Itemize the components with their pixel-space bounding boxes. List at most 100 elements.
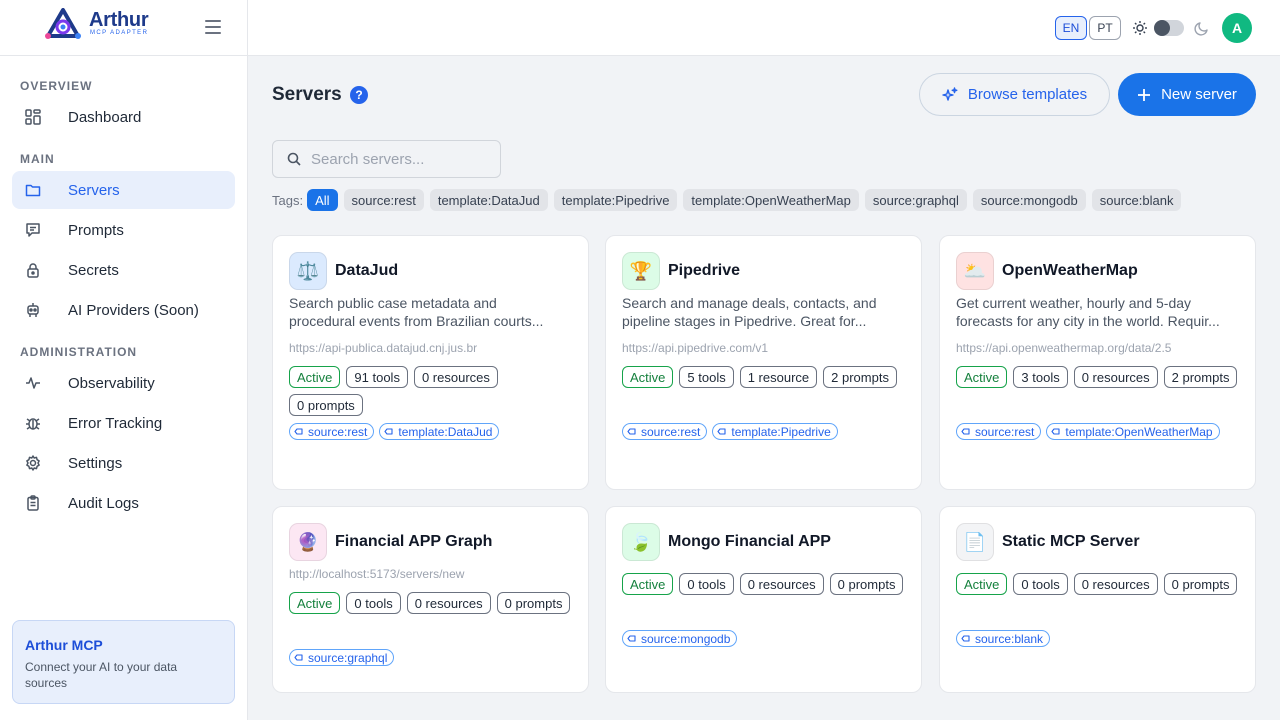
- server-name: DataJud: [335, 262, 399, 279]
- server-url: https://api-publica.datajud.cnj.jus.br: [289, 341, 478, 355]
- server-tag[interactable]: source:rest: [289, 423, 375, 440]
- server-name: Financial APP Graph: [335, 533, 493, 550]
- server-url: http://localhost:5173/servers/new: [289, 567, 465, 581]
- search-input[interactable]: [311, 150, 491, 168]
- server-tag[interactable]: source:graphql: [289, 649, 395, 666]
- resources-count-badge: 0 resources: [739, 573, 824, 595]
- sidebar-item-ai-providers[interactable]: AI Providers (Soon): [12, 291, 235, 329]
- sidebar-item-secrets[interactable]: Secrets: [12, 251, 235, 289]
- server-tag[interactable]: source:rest: [956, 423, 1042, 440]
- server-card[interactable]: 🔮 Financial APP Graph http://localhost:517…: [272, 506, 589, 693]
- language-pt-button[interactable]: PT: [1089, 16, 1121, 40]
- browse-templates-button[interactable]: Browse templates: [919, 73, 1110, 116]
- sidebar-item-prompts[interactable]: Prompts: [12, 211, 235, 249]
- new-server-button[interactable]: New server: [1118, 73, 1256, 116]
- brand-subtitle: MCP ADAPTER: [90, 30, 149, 36]
- prompts-count-badge: 2 prompts: [1163, 366, 1238, 388]
- brand-name: Arthur: [89, 9, 149, 31]
- tools-count-badge: 0 tools: [1013, 573, 1068, 595]
- plus-icon: [1137, 88, 1151, 102]
- server-tag-label: source:rest: [641, 424, 701, 439]
- tools-count-badge: 0 tools: [346, 592, 401, 614]
- tag-filter-chip[interactable]: template:Pipedrive: [553, 189, 678, 211]
- tag-icon: [384, 428, 393, 435]
- server-tag-label: source:mongodb: [641, 631, 731, 646]
- server-tag[interactable]: template:Pipedrive: [712, 423, 838, 440]
- server-description: Search and manage deals, contacts, and pi…: [622, 294, 907, 330]
- language-en-button[interactable]: EN: [1055, 16, 1087, 40]
- activity-icon: [24, 374, 42, 392]
- tag-filter-all[interactable]: All: [307, 189, 338, 211]
- sidebar-item-label: Audit Logs: [68, 494, 139, 512]
- promo-text: Connect your AI to your data sources: [25, 660, 178, 690]
- tag-icon: [294, 654, 303, 661]
- server-description: Get current weather, hourly and 5-day for…: [956, 294, 1241, 330]
- tag-filter-chip[interactable]: source:rest: [343, 189, 424, 211]
- server-tag-label: source:rest: [308, 424, 368, 439]
- theme-toggle[interactable]: [1154, 20, 1184, 36]
- tag-filter-chip[interactable]: template:OpenWeatherMap: [683, 189, 859, 211]
- server-tag-label: source:blank: [975, 631, 1044, 646]
- sidebar-item-dashboard[interactable]: Dashboard: [12, 98, 235, 136]
- sidebar-item-label: Servers: [68, 181, 120, 199]
- tag-icon: [961, 635, 970, 642]
- description-line: pipeline stages in Pipedrive. Great for.…: [622, 313, 867, 329]
- sun-icon[interactable]: [1132, 20, 1148, 36]
- server-card[interactable]: 🏆 Pipedrive Search and manage deals, conta…: [605, 235, 922, 490]
- server-tags: source:mongodb: [622, 630, 912, 652]
- help-icon[interactable]: ?: [350, 86, 368, 104]
- menu-toggle-icon[interactable]: [205, 20, 221, 34]
- sidebar-item-error-tracking[interactable]: Error Tracking: [12, 404, 235, 442]
- server-tag[interactable]: template:DataJud: [379, 423, 500, 440]
- sidebar-item-label: Settings: [68, 454, 123, 472]
- new-server-label: New server: [1161, 86, 1237, 103]
- server-tag-label: template:Pipedrive: [731, 424, 831, 439]
- sparkles-icon: [942, 86, 958, 103]
- server-url: https://api.openweathermap.org/data/2.5: [956, 341, 1172, 355]
- crystal-ball-icon: 🔮: [289, 523, 327, 561]
- server-tags: source:graphql: [289, 649, 579, 671]
- weather-icon: 🌥️: [956, 252, 994, 290]
- tag-icon: [961, 428, 970, 435]
- tag-filter-chip[interactable]: source:blank: [1091, 189, 1182, 211]
- server-tag[interactable]: source:blank: [956, 630, 1051, 647]
- server-tag[interactable]: template:OpenWeatherMap: [1046, 423, 1220, 440]
- tag-icon: [717, 428, 726, 435]
- server-card[interactable]: 🌥️ OpenWeatherMap Get current weather, hou…: [939, 235, 1256, 490]
- server-tag[interactable]: source:mongodb: [622, 630, 738, 647]
- search-box: [272, 140, 501, 178]
- prompts-count-badge: 0 prompts: [289, 394, 363, 416]
- server-tags: source:blank: [956, 630, 1246, 652]
- prompts-count-badge: 0 prompts: [496, 592, 571, 614]
- tools-count-badge: 0 tools: [679, 573, 734, 595]
- server-tag-label: source:graphql: [308, 650, 388, 665]
- leaf-icon: 🍃: [622, 523, 660, 561]
- trophy-icon: 🏆: [622, 252, 660, 290]
- status-badge: Active: [289, 366, 341, 388]
- tag-filter-chip[interactable]: source:graphql: [864, 189, 967, 211]
- status-badge: Active: [289, 592, 341, 614]
- sidebar-item-settings[interactable]: Settings: [12, 444, 235, 482]
- sidebar-item-servers[interactable]: Servers: [12, 171, 235, 209]
- moon-icon[interactable]: [1194, 20, 1210, 36]
- bug-icon: [24, 414, 42, 432]
- sidebar-item-observability[interactable]: Observability: [12, 364, 235, 402]
- promo-card: Arthur MCP Connect your AI to your data …: [12, 620, 235, 704]
- server-tag[interactable]: source:rest: [622, 423, 708, 440]
- server-stats: Active 0 tools 0 resources 0 prompts: [622, 573, 912, 601]
- robot-icon: [24, 301, 42, 319]
- brand-header: Arthur MCP ADAPTER: [0, 0, 247, 56]
- description-line: forecasts for any city in the world. Req…: [956, 313, 1220, 329]
- server-tag-label: template:DataJud: [398, 424, 493, 439]
- sidebar-item-audit-logs[interactable]: Audit Logs: [12, 484, 235, 522]
- arthur-logo-icon: [45, 8, 81, 39]
- tags-label: Tags:: [272, 192, 304, 208]
- avatar[interactable]: A: [1222, 13, 1252, 43]
- status-badge: Active: [622, 573, 674, 595]
- server-tags: source:rest template:OpenWeatherMap: [956, 423, 1246, 445]
- server-card[interactable]: 📄 Static MCP Server Active 0 tools 0 resourc…: [939, 506, 1256, 693]
- tag-filter-chip[interactable]: source:mongodb: [972, 189, 1086, 211]
- server-card[interactable]: 🍃 Mongo Financial APP Active 0 tools 0 resou…: [605, 506, 922, 693]
- tag-filter-chip[interactable]: template:DataJud: [429, 189, 548, 211]
- server-card[interactable]: ⚖️ DataJud Search public case metadata and…: [272, 235, 589, 490]
